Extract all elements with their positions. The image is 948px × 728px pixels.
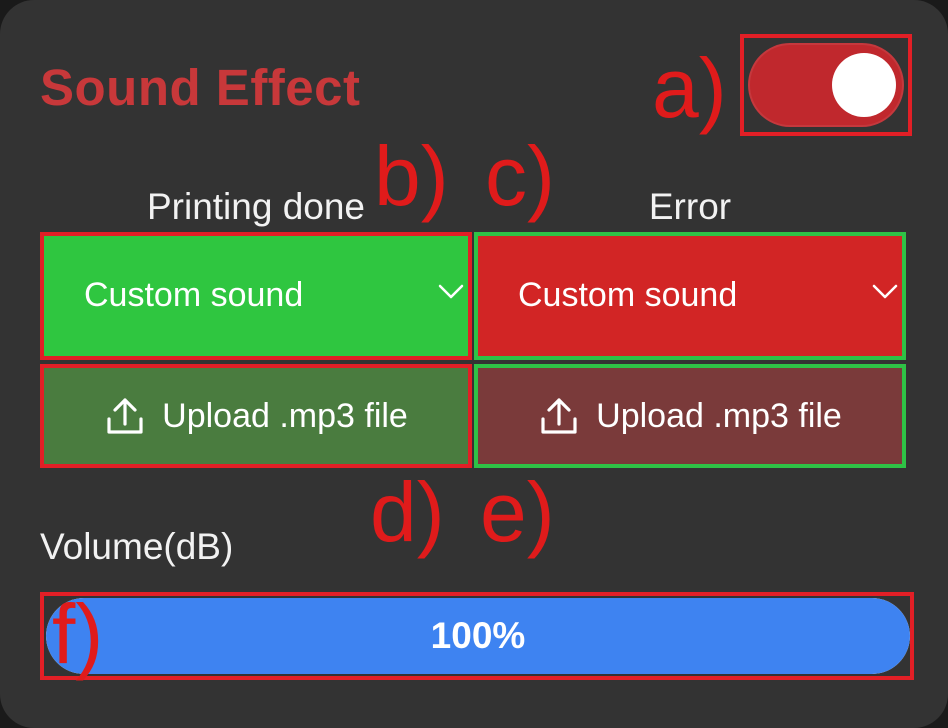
annotation-box-e — [474, 364, 906, 468]
annotation-label-d: d) — [370, 465, 445, 559]
sound-effect-panel: Sound Effect a) Printing done Error b) c… — [0, 0, 948, 728]
annotation-box-f — [40, 592, 914, 680]
annotation-box-c — [474, 232, 906, 360]
annotation-label-e: e) — [480, 465, 555, 559]
volume-label: Volume(dB) — [40, 526, 234, 567]
panel-title: Sound Effect — [40, 59, 361, 116]
annotation-label-a: a) — [652, 41, 727, 135]
annotation-label-b: b) — [374, 129, 449, 223]
annotation-label-f: f) — [52, 587, 104, 681]
annotation-box-a — [740, 34, 912, 136]
annotation-box-b — [40, 232, 472, 360]
annotation-box-d — [40, 364, 472, 468]
annotation-label-c: c) — [485, 129, 555, 223]
